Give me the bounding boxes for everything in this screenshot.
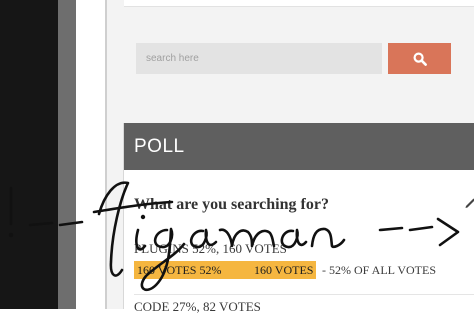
signature-watermark bbox=[8, 181, 460, 292]
